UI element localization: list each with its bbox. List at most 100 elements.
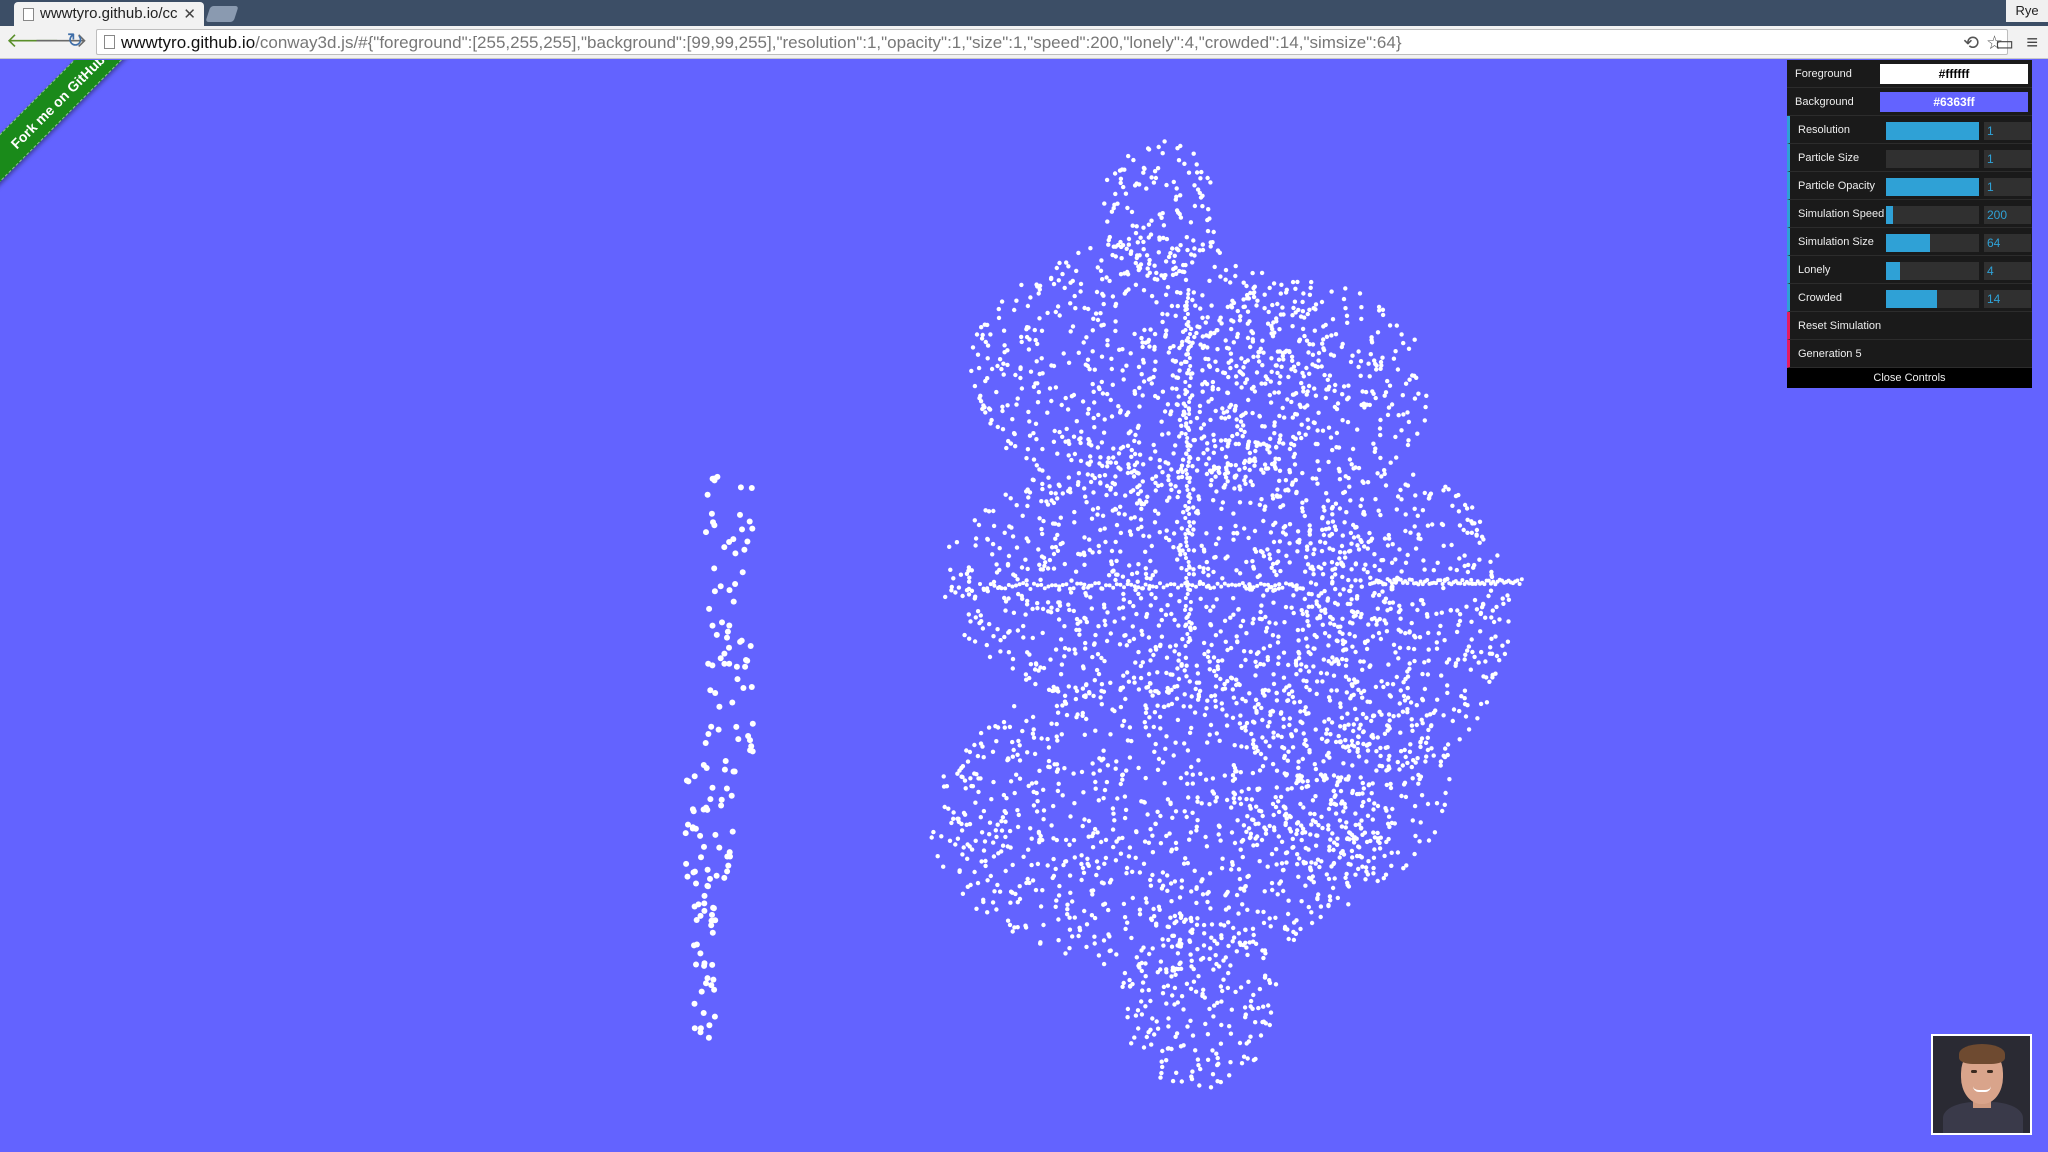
particle xyxy=(1287,582,1292,587)
crowded-slider[interactable] xyxy=(1886,290,1979,308)
particle xyxy=(1101,938,1107,943)
particle xyxy=(955,771,960,776)
simulation-size-slider[interactable] xyxy=(1886,234,1979,252)
particle xyxy=(1358,826,1364,831)
particle xyxy=(1258,661,1263,667)
particle xyxy=(1187,428,1192,432)
particle xyxy=(1028,587,1033,591)
particle xyxy=(1280,351,1286,356)
simulation-speed-input[interactable]: 200 xyxy=(1984,206,2031,224)
particle xyxy=(1194,584,1198,589)
particle xyxy=(1107,278,1112,284)
particle xyxy=(1111,244,1117,249)
particle xyxy=(997,889,1003,894)
forward-arrow-icon[interactable]: 🡒 xyxy=(34,30,88,52)
particle-opacity-slider[interactable] xyxy=(1886,178,1979,196)
particle xyxy=(1224,465,1229,470)
particle xyxy=(1155,703,1160,708)
address-bar[interactable]: wwwtyro.github.io/conway3d.js/#{"foregro… xyxy=(96,29,2008,55)
particle xyxy=(1076,933,1081,939)
close-controls-button[interactable]: Close Controls xyxy=(1787,368,2032,388)
particle xyxy=(1136,585,1141,590)
foreground-color-input[interactable]: #ffffff xyxy=(1880,64,2028,84)
particle xyxy=(948,567,953,572)
particle xyxy=(1141,288,1147,293)
particle xyxy=(1330,616,1335,622)
particle-opacity-input[interactable]: 1 xyxy=(1984,178,2031,196)
particle xyxy=(1313,441,1319,447)
particle xyxy=(1208,1085,1214,1090)
particle xyxy=(1075,621,1080,626)
particle xyxy=(1301,861,1307,866)
particle xyxy=(1279,282,1284,287)
particle xyxy=(1152,710,1158,715)
particle xyxy=(1182,668,1187,673)
particle xyxy=(1174,846,1179,851)
particle xyxy=(1127,563,1132,568)
particle xyxy=(721,650,728,657)
particle xyxy=(1306,591,1312,596)
url-text[interactable]: wwwtyro.github.io/conway3d.js/#{"foregro… xyxy=(121,33,1402,53)
particle xyxy=(1299,785,1305,791)
lonely-slider[interactable] xyxy=(1886,262,1979,280)
particle xyxy=(1445,683,1450,688)
simulation-speed-control: Simulation Speed 200 xyxy=(1787,200,2032,228)
particle xyxy=(1023,557,1028,562)
particle xyxy=(989,366,995,372)
particle xyxy=(982,839,988,844)
simulation-speed-slider[interactable] xyxy=(1886,206,1979,224)
particle xyxy=(1040,888,1045,893)
particle xyxy=(1405,707,1410,712)
particle xyxy=(1378,636,1384,642)
particle xyxy=(1221,977,1226,982)
particle xyxy=(1250,770,1256,776)
particle xyxy=(1141,247,1146,252)
particle xyxy=(1354,524,1359,530)
particle xyxy=(1301,389,1306,394)
particle xyxy=(1254,804,1259,809)
back-arrow-icon[interactable]: 🡐 xyxy=(6,30,60,52)
particle xyxy=(1377,568,1382,573)
particle xyxy=(993,724,998,729)
simulation-size-input[interactable]: 64 xyxy=(1984,234,2031,252)
cast-icon[interactable]: ▭ xyxy=(1995,31,2014,56)
particle xyxy=(1474,527,1480,533)
particle xyxy=(1272,462,1277,467)
new-tab-button[interactable] xyxy=(205,6,239,22)
reset-simulation-button[interactable]: Reset Simulation xyxy=(1787,312,2032,340)
resolution-input[interactable]: 1 xyxy=(1984,122,2031,140)
particle-size-slider[interactable] xyxy=(1886,150,1979,168)
particle xyxy=(1358,503,1363,509)
simulation-viewport[interactable]: Fork me on GitHub xyxy=(0,60,2048,1152)
history-icon[interactable]: ⟲ xyxy=(1963,32,1979,55)
particle xyxy=(1360,864,1365,869)
particle xyxy=(1028,295,1033,300)
crowded-input[interactable]: 14 xyxy=(1984,290,2031,308)
particle xyxy=(1251,384,1256,390)
particle xyxy=(1123,696,1128,702)
particle xyxy=(1125,443,1131,448)
particle xyxy=(1205,217,1210,223)
reload-icon[interactable]: ↻ xyxy=(64,30,86,52)
browser-tab[interactable]: wwwtyro.github.io/cc ✕ xyxy=(14,2,204,26)
hamburger-menu-icon[interactable]: ≡ xyxy=(2026,32,2038,55)
resolution-slider[interactable] xyxy=(1886,122,1979,140)
particle xyxy=(1308,285,1313,290)
particle-canvas[interactable] xyxy=(0,60,2048,1152)
particle xyxy=(1187,730,1193,735)
background-color-input[interactable]: #6363ff xyxy=(1880,92,2028,112)
profile-button[interactable]: Rye xyxy=(2006,0,2048,22)
particle xyxy=(1331,847,1336,853)
particle-size-input[interactable]: 1 xyxy=(1984,150,2031,168)
lonely-input[interactable]: 4 xyxy=(1984,262,2031,280)
particle xyxy=(1420,698,1426,703)
particle xyxy=(960,891,966,896)
close-tab-icon[interactable]: ✕ xyxy=(183,5,196,23)
particle xyxy=(1398,749,1404,754)
particle xyxy=(1139,335,1144,341)
particle xyxy=(1163,535,1169,540)
particle xyxy=(1361,511,1366,516)
particle xyxy=(1374,367,1379,372)
particle xyxy=(1303,845,1309,851)
particle xyxy=(1281,357,1286,362)
